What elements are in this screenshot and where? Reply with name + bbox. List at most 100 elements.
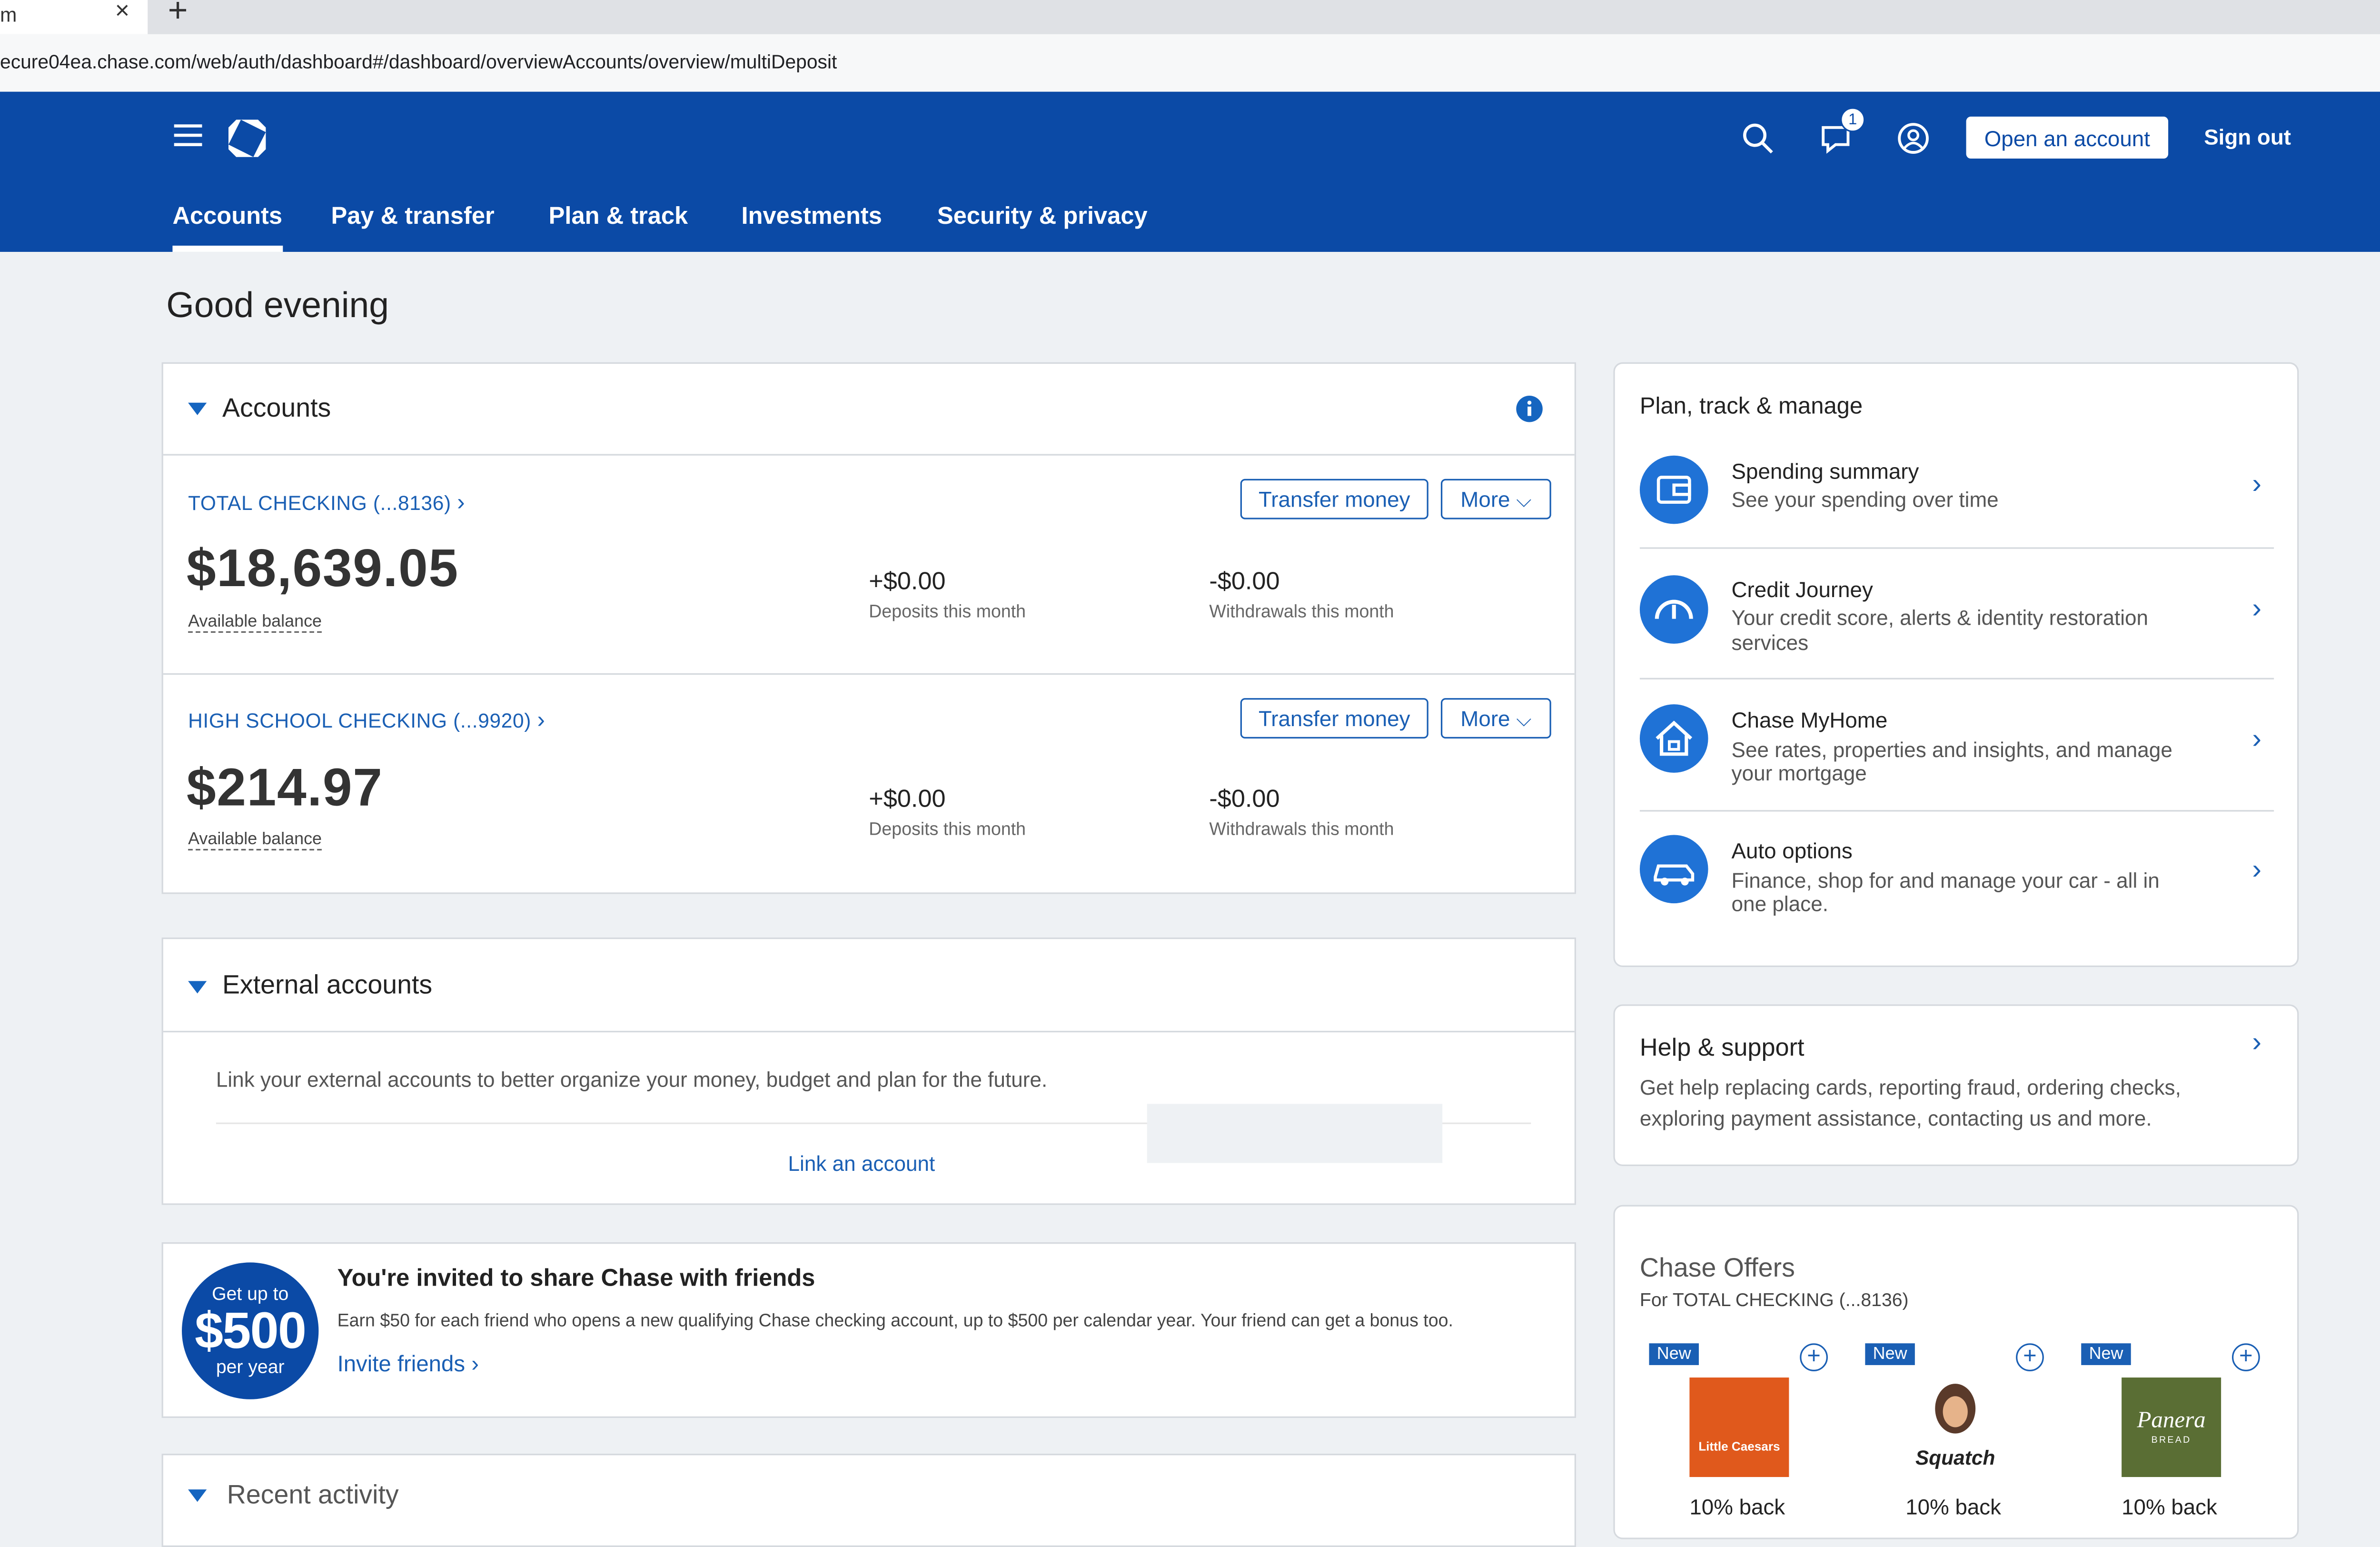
divider xyxy=(163,454,1575,456)
sign-out-link[interactable]: Sign out xyxy=(2204,124,2291,149)
offers-title: Chase Offers xyxy=(1639,1253,1795,1283)
url-text[interactable]: ecure04ea.chase.com/web/auth/dashboard#/… xyxy=(0,51,837,73)
account-balance: $18,639.05 xyxy=(186,539,459,599)
help-desc: Get help replacing cards, reporting frau… xyxy=(1639,1076,2181,1099)
chevron-right-icon[interactable]: › xyxy=(2252,1026,2261,1059)
search-icon[interactable] xyxy=(1741,121,1775,156)
auto-options-title[interactable]: Auto options xyxy=(1732,838,1853,863)
spending-summary-title[interactable]: Spending summary xyxy=(1732,459,1919,483)
offer-cashback: 10% back xyxy=(1689,1494,1785,1519)
tab-title: m xyxy=(0,3,17,27)
plan-track-panel: Plan, track & manage Spending summary Se… xyxy=(1613,362,2299,968)
info-icon[interactable] xyxy=(1516,395,1544,423)
credit-journey-desc-2: services xyxy=(1731,631,1809,655)
panera-logo: Panera BREAD xyxy=(2122,1377,2221,1477)
add-offer-icon[interactable]: + xyxy=(1800,1343,1828,1371)
deposits-amount: +$0.00 xyxy=(869,787,946,813)
divider xyxy=(1639,547,2274,549)
offer-tile[interactable]: New + Squatch 10% back xyxy=(1855,1334,2052,1537)
help-title[interactable]: Help & support xyxy=(1640,1036,1805,1064)
account-link-total-checking[interactable]: TOTAL CHECKING (...8136) › xyxy=(188,490,465,517)
collapse-caret-icon[interactable] xyxy=(188,1489,207,1502)
new-tab-button[interactable]: + xyxy=(168,0,188,31)
chevron-down-icon: ⌵ xyxy=(1516,707,1532,730)
auto-options-desc: Finance, shop for and manage your car - … xyxy=(1731,869,2160,893)
chase-myhome-desc: See rates, properties and insights, and … xyxy=(1731,739,2172,762)
car-icon xyxy=(1639,835,1708,904)
offer-cashback: 10% back xyxy=(1905,1494,2002,1519)
greeting: Good evening xyxy=(166,284,389,325)
spending-summary-desc: See your spending over time xyxy=(1731,488,1999,512)
browser-tab[interactable]: m × xyxy=(0,0,148,34)
available-balance-label[interactable]: Available balance xyxy=(188,830,322,851)
notification-badge: 1 xyxy=(1840,107,1865,132)
withdrawals-amount: -$0.00 xyxy=(1209,787,1280,813)
accounts-card: Accounts TOTAL CHECKING (...8136) › Tran… xyxy=(161,362,1577,894)
referral-title: You're invited to share Chase with frien… xyxy=(337,1265,815,1292)
chase-myhome-desc-2: your mortgage xyxy=(1731,761,1867,785)
referral-badge: Get up to $500 per year xyxy=(182,1262,319,1399)
open-account-button[interactable]: Open an account xyxy=(1966,116,2169,159)
help-support-card[interactable]: Help & support Get help replacing cards,… xyxy=(1613,1004,2299,1166)
transfer-money-button[interactable]: Transfer money xyxy=(1240,698,1428,739)
available-balance-label[interactable]: Available balance xyxy=(188,613,322,633)
chevron-right-icon[interactable]: › xyxy=(2252,854,2261,887)
add-offer-icon[interactable]: + xyxy=(2231,1343,2260,1371)
tab-close-icon[interactable]: × xyxy=(115,0,130,27)
referral-card: Get up to $500 per year You're invited t… xyxy=(161,1242,1577,1418)
nav-plan-track[interactable]: Plan & track xyxy=(549,204,688,232)
more-dropdown-button[interactable]: More ⌵ xyxy=(1440,698,1551,739)
account-link-high-school-checking[interactable]: HIGH SCHOOL CHECKING (...9920) › xyxy=(188,708,545,734)
hamburger-menu-icon[interactable] xyxy=(174,124,202,146)
recent-activity-title[interactable]: Recent activity xyxy=(227,1480,399,1511)
address-bar[interactable]: ecure04ea.chase.com/web/auth/dashboard#/… xyxy=(0,34,2380,93)
link-account-link[interactable]: Link an account xyxy=(788,1152,935,1176)
transfer-money-button[interactable]: Transfer money xyxy=(1240,479,1428,519)
add-offer-icon[interactable]: + xyxy=(2016,1343,2044,1371)
invite-friends-link[interactable]: Invite friends › xyxy=(337,1353,479,1377)
withdrawals-label: Withdrawals this month xyxy=(1209,821,1394,840)
redacted-block xyxy=(1147,1104,1443,1163)
chevron-right-icon[interactable]: › xyxy=(2252,592,2261,625)
more-dropdown-button[interactable]: More ⌵ xyxy=(1440,479,1551,519)
chevron-right-icon[interactable]: › xyxy=(2252,468,2261,501)
collapse-caret-icon[interactable] xyxy=(188,981,207,994)
offer-tile[interactable]: New + Little Caesars 10% back xyxy=(1639,1334,1836,1537)
active-nav-indicator xyxy=(172,245,283,252)
divider xyxy=(1639,678,2274,679)
nav-pay-transfer[interactable]: Pay & transfer xyxy=(331,204,495,232)
new-badge: New xyxy=(2081,1343,2131,1365)
deposits-amount: +$0.00 xyxy=(869,569,946,596)
nav-investments[interactable]: Investments xyxy=(742,204,882,232)
chase-myhome-title[interactable]: Chase MyHome xyxy=(1732,708,1888,732)
nav-accounts[interactable]: Accounts xyxy=(172,204,282,232)
divider xyxy=(1639,810,2274,812)
chase-logo[interactable] xyxy=(227,118,268,159)
external-accounts-card: External accounts Link your external acc… xyxy=(161,937,1577,1205)
profile-icon[interactable] xyxy=(1896,121,1931,156)
referral-description: Earn $50 for each friend who opens a new… xyxy=(337,1312,1453,1331)
auto-options-desc-2: one place. xyxy=(1731,892,1829,916)
credit-journey-title[interactable]: Credit Journey xyxy=(1732,577,1873,601)
offer-tile[interactable]: New + Panera BREAD 10% back xyxy=(2072,1334,2268,1537)
credit-journey-desc: Your credit score, alerts & identity res… xyxy=(1731,606,2149,630)
help-desc-2: exploring payment assistance, contacting… xyxy=(1639,1107,2152,1130)
chase-offers-card: Chase Offers For TOTAL CHECKING (...8136… xyxy=(1613,1205,2299,1539)
account-balance: $214.97 xyxy=(186,759,383,818)
chevron-right-icon[interactable]: › xyxy=(2252,723,2261,756)
wallet-icon xyxy=(1639,455,1708,524)
nav-security-privacy[interactable]: Security & privacy xyxy=(937,204,1148,232)
squatch-logo: Squatch xyxy=(1905,1377,2005,1477)
deposits-label: Deposits this month xyxy=(869,603,1026,622)
divider xyxy=(163,1030,1575,1033)
offer-cashback: 10% back xyxy=(2122,1494,2217,1519)
little-caesars-logo: Little Caesars xyxy=(1689,1377,1789,1477)
accounts-title[interactable]: Accounts xyxy=(222,393,331,424)
collapse-caret-icon[interactable] xyxy=(188,402,207,415)
external-accounts-title[interactable]: External accounts xyxy=(222,970,432,1001)
new-badge: New xyxy=(1649,1343,1699,1365)
deposits-label: Deposits this month xyxy=(869,821,1026,840)
house-icon xyxy=(1639,704,1708,773)
chevron-down-icon: ⌵ xyxy=(1516,487,1532,511)
offers-subtitle: For TOTAL CHECKING (...8136) xyxy=(1639,1288,1909,1311)
